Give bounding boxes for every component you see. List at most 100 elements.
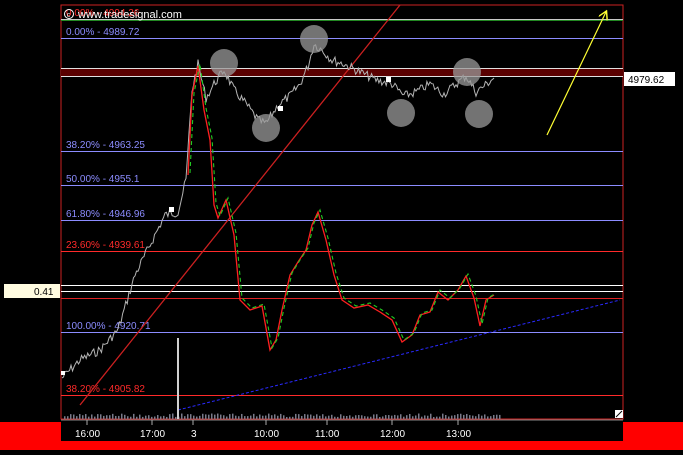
volume-bar bbox=[73, 414, 75, 419]
brand-text: www.tradesignal.com bbox=[77, 9, 182, 21]
volume-bar bbox=[88, 416, 90, 419]
volume-bar bbox=[373, 414, 375, 419]
volume-bar bbox=[319, 415, 321, 419]
volume-bar bbox=[457, 414, 459, 419]
volume-bar bbox=[223, 415, 225, 419]
volume-bar bbox=[247, 416, 249, 419]
volume-bar bbox=[430, 413, 432, 419]
volume-bar bbox=[391, 415, 393, 419]
indicator-axis-value: 0.41 bbox=[34, 287, 54, 298]
volume-bar bbox=[367, 416, 369, 419]
volume-bar bbox=[211, 413, 213, 419]
volume-bar bbox=[397, 415, 399, 419]
copyright-icon-glyph: c bbox=[67, 12, 71, 19]
fib-level-label: 23.60% - 4939.61 bbox=[66, 240, 145, 251]
volume-bar bbox=[127, 416, 129, 419]
volume-bar bbox=[295, 413, 297, 419]
volume-bar bbox=[346, 416, 348, 419]
volume-bar bbox=[106, 415, 108, 419]
volume-bar bbox=[139, 414, 141, 419]
volume-bar bbox=[177, 338, 179, 419]
volume-bar bbox=[166, 416, 168, 419]
volume-bar bbox=[262, 415, 264, 419]
signal-square bbox=[278, 106, 283, 111]
volume-bar bbox=[85, 414, 87, 419]
volume-bar bbox=[487, 416, 489, 419]
volume-bar bbox=[325, 416, 327, 419]
volume-bar bbox=[355, 415, 357, 419]
volume-bar bbox=[253, 413, 255, 419]
volume-bar bbox=[454, 415, 456, 419]
volume-bar bbox=[388, 415, 390, 419]
volume-bar bbox=[151, 416, 153, 419]
fib-level-label: 38.20% - 4963.25 bbox=[66, 140, 145, 151]
price-axis-value: 4979.62 bbox=[628, 75, 665, 86]
volume-bar bbox=[490, 416, 492, 419]
volume-bar bbox=[169, 414, 171, 419]
fib-levels: 0.00% - 4994.260.00% - 4989.7238.20% - 4… bbox=[61, 8, 623, 396]
volume-bar bbox=[118, 415, 120, 419]
volume-bar bbox=[277, 415, 279, 419]
volume-bar bbox=[181, 413, 183, 419]
volume-bar bbox=[421, 416, 423, 419]
volume-bar bbox=[412, 416, 414, 419]
volume-bar bbox=[142, 416, 144, 419]
signal-square bbox=[169, 207, 174, 212]
volume-bar bbox=[229, 414, 231, 419]
volume-bar bbox=[172, 413, 174, 419]
volume-bar bbox=[460, 413, 462, 419]
volume-bar bbox=[364, 416, 366, 419]
volume-bar bbox=[244, 416, 246, 419]
volume-bar bbox=[217, 413, 219, 419]
volume-bar bbox=[475, 416, 477, 419]
swing-circle bbox=[387, 99, 415, 127]
volume-bar bbox=[424, 415, 426, 419]
volume-bar bbox=[361, 415, 363, 419]
volume-bar bbox=[103, 415, 105, 419]
volume-bar bbox=[268, 413, 270, 419]
volume-bar bbox=[400, 414, 402, 419]
volume-bar bbox=[202, 413, 204, 419]
volume-bar bbox=[82, 415, 84, 419]
volume-bar bbox=[199, 415, 201, 419]
plot-frame bbox=[60, 4, 624, 420]
volume-bar bbox=[274, 414, 276, 419]
volume-bar bbox=[289, 416, 291, 419]
volume-bar bbox=[136, 416, 138, 419]
volume-bar bbox=[307, 414, 309, 419]
x-tick-label: 13:00 bbox=[446, 429, 471, 440]
volume-bar bbox=[175, 416, 177, 419]
volume-bar bbox=[376, 414, 378, 419]
volume-bar bbox=[148, 415, 150, 419]
volume-bar bbox=[220, 414, 222, 419]
volume-bar bbox=[121, 413, 123, 419]
volume-bar bbox=[433, 416, 435, 419]
chart-window: 0.00% - 4994.26 0.00% - 4989.72 38.20% - 4… bbox=[0, 0, 683, 450]
swing-markers bbox=[210, 25, 493, 142]
volume-bar bbox=[97, 414, 99, 419]
volume-bar bbox=[208, 414, 210, 419]
volume-bar bbox=[184, 416, 186, 419]
volume-bar bbox=[304, 414, 306, 419]
volume-bar bbox=[130, 416, 132, 419]
volume-bar bbox=[358, 415, 360, 419]
volume-bar bbox=[415, 415, 417, 419]
swing-circle bbox=[210, 49, 238, 77]
volume-bar bbox=[145, 415, 147, 419]
volume-bar bbox=[157, 415, 159, 419]
volume-bar bbox=[331, 414, 333, 419]
dashed-trend-line bbox=[177, 299, 621, 411]
swing-circle bbox=[453, 58, 481, 86]
volume-bar bbox=[496, 414, 498, 419]
volume-bar bbox=[205, 414, 207, 419]
volume-bar bbox=[196, 416, 198, 419]
volume-bar bbox=[160, 416, 162, 419]
volume-bar bbox=[385, 415, 387, 419]
x-tick-label: 17:00 bbox=[140, 429, 165, 440]
volume-bar bbox=[409, 413, 411, 419]
volume-bar bbox=[484, 414, 486, 419]
swing-circle bbox=[252, 114, 280, 142]
volume-bar bbox=[352, 416, 354, 419]
volume-bar bbox=[163, 415, 165, 419]
timeline-scrollbar[interactable] bbox=[0, 441, 683, 450]
